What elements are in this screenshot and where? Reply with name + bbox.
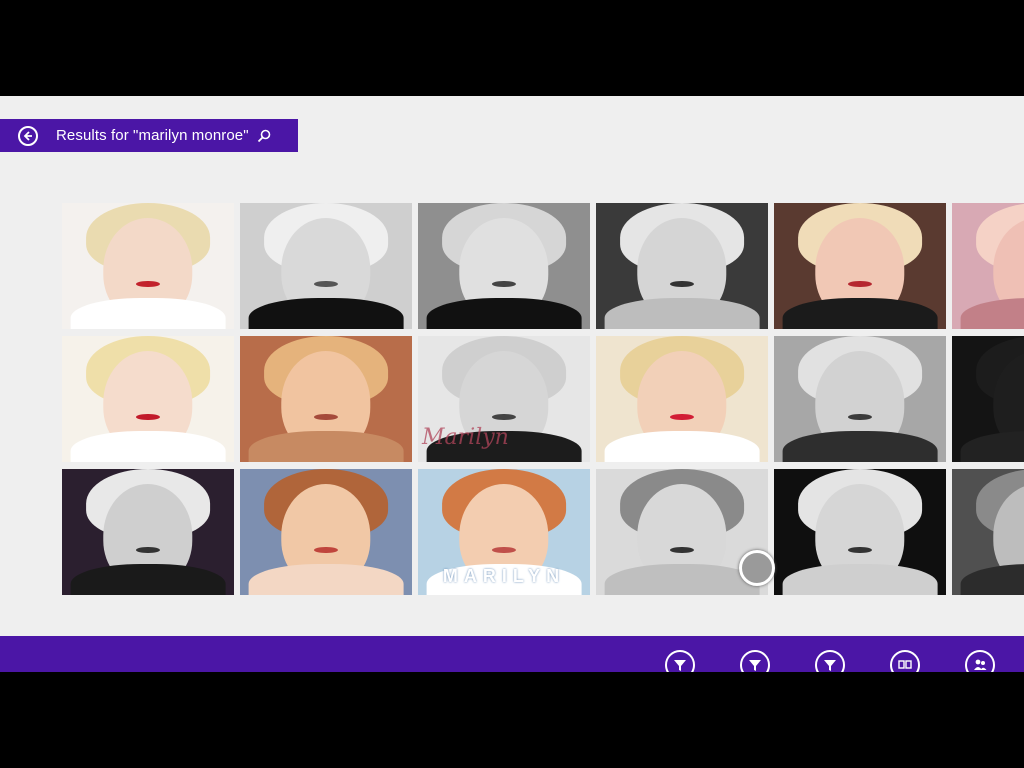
photo-body (960, 297, 1024, 329)
filter-button-1[interactable] (665, 650, 695, 672)
image-thumbnail[interactable] (596, 336, 768, 462)
photo-body (782, 563, 938, 595)
slideshow-button[interactable] (890, 650, 920, 672)
image-thumbnail[interactable] (596, 203, 768, 329)
back-arrow-icon (23, 130, 32, 141)
filter-icon (674, 660, 686, 671)
image-thumbnail[interactable]: Marilyn (418, 336, 590, 462)
filter-button-3[interactable] (815, 650, 845, 672)
image-thumbnail[interactable] (952, 469, 1024, 595)
image-thumbnail[interactable] (952, 336, 1024, 462)
photo-body (960, 563, 1024, 595)
image-thumbnail[interactable] (774, 336, 946, 462)
photo-body (70, 430, 226, 462)
image-thumbnail[interactable] (62, 336, 234, 462)
photo-overlay-text: MARILYN (442, 566, 566, 586)
touch-cursor (739, 550, 775, 586)
filter-icon (749, 660, 761, 671)
photo-body (604, 430, 760, 462)
photo-body (960, 430, 1024, 462)
filter-icon (824, 660, 836, 671)
photo-signature: Marilyn (422, 425, 509, 450)
photo-body (70, 563, 226, 595)
image-thumbnail[interactable] (62, 203, 234, 329)
image-thumbnail[interactable] (774, 203, 946, 329)
photo-body (248, 430, 404, 462)
photo-body (70, 297, 226, 329)
image-thumbnail[interactable] (240, 203, 412, 329)
photo-body (782, 297, 938, 329)
back-button[interactable] (18, 125, 38, 146)
search-header: Results for "marilyn monroe" (0, 119, 298, 152)
people-button[interactable] (965, 650, 995, 672)
app-window: Results for "marilyn monroe" Marilyn MARI… (0, 96, 1024, 672)
image-results-grid: Marilyn MARILYN (62, 203, 1024, 595)
slideshow-icon (898, 660, 912, 669)
app-bar (0, 636, 1024, 672)
results-title: Results for "marilyn monroe" (56, 127, 249, 144)
photo-body (248, 563, 404, 595)
image-thumbnail[interactable] (240, 336, 412, 462)
people-icon (974, 659, 987, 670)
image-thumbnail[interactable] (62, 469, 234, 595)
photo-body (604, 563, 760, 595)
image-thumbnail[interactable]: MARILYN (418, 469, 590, 595)
image-thumbnail[interactable] (774, 469, 946, 595)
search-icon[interactable] (257, 129, 271, 143)
photo-body (782, 430, 938, 462)
image-thumbnail[interactable] (952, 203, 1024, 329)
filter-button-2[interactable] (740, 650, 770, 672)
photo-body (248, 297, 404, 329)
image-thumbnail[interactable] (240, 469, 412, 595)
image-thumbnail[interactable] (418, 203, 590, 329)
photo-body (604, 297, 760, 329)
photo-body (426, 297, 582, 329)
